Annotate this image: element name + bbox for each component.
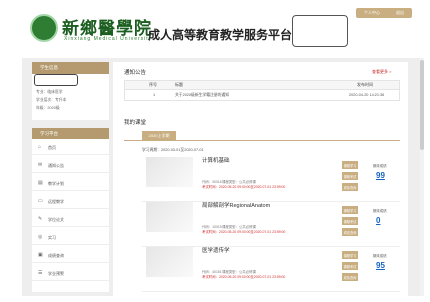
student-level: 学业层次：专升本	[36, 98, 67, 102]
course-exam-button[interactable]: 课程考试	[342, 172, 358, 180]
plan-icon: ▤	[38, 180, 43, 186]
col-time: 发布时间	[357, 82, 373, 87]
sidebar-item-label: 教学计划	[48, 180, 64, 186]
sidebar-item-label: 实习	[48, 234, 56, 240]
list-item: 医学遗传学 代码：40151 课程类型：公共必修课 考试时间：2020-05-2…	[142, 245, 400, 292]
top-action-bar: 个人中心 退出	[356, 8, 412, 18]
score-value[interactable]: 95	[376, 261, 385, 270]
student-major: 专业：临床医学	[36, 90, 63, 94]
student-name-redacted	[34, 74, 78, 86]
sidebar-item-notices[interactable]: ✉ 通知公告	[32, 159, 109, 173]
notices-table-header: 序号 标题 发布时间	[124, 80, 400, 90]
sidebar-item-label: 成绩查询	[48, 252, 64, 258]
course-exam-button[interactable]: 课程考试	[342, 262, 358, 270]
sidebar-item-internship[interactable]: ◎ 实习	[32, 231, 109, 245]
pencil-icon: ✎	[38, 216, 43, 222]
sidebar-item-grades[interactable]: ▣ 成绩查询	[32, 249, 109, 263]
sidebar-item-label: 远程教学	[48, 198, 64, 204]
course-name[interactable]: 局部解剖学RegionalAnatom	[202, 201, 270, 209]
course-name[interactable]: 计算机基础	[202, 156, 230, 164]
university-logo	[30, 14, 58, 42]
course-thumbnail	[146, 202, 193, 232]
list-item: 计算机基础 代码：30016 课程类型：公共必修课 考试时间：2020-05-2…	[142, 155, 400, 202]
grade-query-button[interactable]: 成绩查询	[342, 228, 358, 236]
list-icon: ☰	[38, 270, 43, 276]
notices-title: 通知公告	[124, 70, 147, 76]
learning-platform-header: 学习平台	[32, 128, 109, 139]
score-label: 期末成绩	[373, 254, 387, 258]
student-grade: 年级：2020级	[36, 106, 60, 110]
table-row[interactable]: 1 关于2020级新生学籍注册的通知 2020-04-20 14:21:36	[124, 90, 400, 101]
sidebar-item-plan[interactable]: ▤ 教学计划	[32, 177, 109, 191]
my-courses-title: 我的课堂	[124, 120, 147, 126]
sidebar-item-home[interactable]: ⌂ 首页	[32, 141, 109, 155]
monitor-icon: ▭	[38, 198, 43, 204]
col-no: 序号	[149, 82, 157, 87]
scrollbar-thumb[interactable]	[420, 60, 424, 150]
sidebar-item-label: 学位论文	[48, 216, 64, 222]
score-label: 期末成绩	[373, 209, 387, 213]
home-icon: ⌂	[38, 144, 42, 150]
redacted-box	[292, 15, 348, 47]
course-study-button[interactable]: 课程学习	[342, 251, 358, 259]
list-item: 局部解剖学RegionalAnatom 代码：10015 课程类型：公共必修课 …	[142, 200, 400, 247]
sidebar-nav: ⌂ 首页 ✉ 通知公告 ▤ 教学计划 ▭ 远程教学 ✎ 学位论文 ◎ 实习 ▣ 成绩查询 ☰ 学…	[32, 139, 109, 292]
grade-query-button[interactable]: 成绩查询	[342, 273, 358, 281]
row-time: 2020-04-20 14:21:36	[349, 93, 385, 97]
grade-icon: ▣	[38, 252, 43, 258]
score-value[interactable]: 0	[376, 216, 380, 225]
sidebar-item-label: 首页	[48, 144, 56, 150]
study-period: 学习周期：2020-03-01至2020-07-01	[142, 148, 204, 152]
student-info-header: 学生信息	[32, 62, 109, 74]
page-title: 成人高等教育教学服务平台	[148, 28, 293, 42]
sidebar-item-label: 通知公告	[48, 162, 64, 168]
target-icon: ◎	[38, 234, 43, 240]
grade-query-button[interactable]: 成绩查询	[342, 183, 358, 191]
course-exam-button[interactable]: 课程考试	[342, 217, 358, 225]
exam-time: 考试时间：2020-05-20 09:00:00至2020-07-01 23:5…	[202, 275, 286, 279]
tab-underline	[124, 140, 400, 141]
course-study-button[interactable]: 课程学习	[342, 161, 358, 169]
mail-icon: ✉	[38, 162, 43, 168]
score-label: 期末成绩	[373, 164, 387, 168]
course-thumbnail	[146, 157, 193, 187]
logout-link[interactable]: 退出	[396, 10, 404, 16]
sidebar-item-remote[interactable]: ▭ 远程教学	[32, 195, 109, 209]
course-name[interactable]: 医学遗传学	[202, 246, 230, 254]
user-center-link[interactable]: 个人中心	[364, 10, 380, 16]
col-title: 标题	[175, 82, 183, 87]
sidebar-item-thesis[interactable]: ✎ 学位论文	[32, 213, 109, 227]
exam-time: 考试时间：2020-05-20 09:00:00至2020-07-01 23:5…	[202, 185, 286, 189]
row-title[interactable]: 关于2020级新生学籍注册的通知	[175, 90, 229, 100]
score-value[interactable]: 99	[376, 171, 385, 180]
logo-english: Xinxiang Medical University	[64, 36, 153, 42]
sidebar-item-warning[interactable]: ☰ 学业预警	[32, 267, 109, 281]
row-no: 1	[153, 93, 156, 97]
course-study-button[interactable]: 课程学习	[342, 206, 358, 214]
course-thumbnail	[146, 247, 193, 277]
exam-time: 考试时间：2020-05-20 09:00:00至2020-07-01 23:5…	[202, 230, 286, 234]
sidebar-item-label: 学业预警	[48, 270, 64, 276]
more-notices-link[interactable]: 查看更多 >	[372, 69, 391, 75]
